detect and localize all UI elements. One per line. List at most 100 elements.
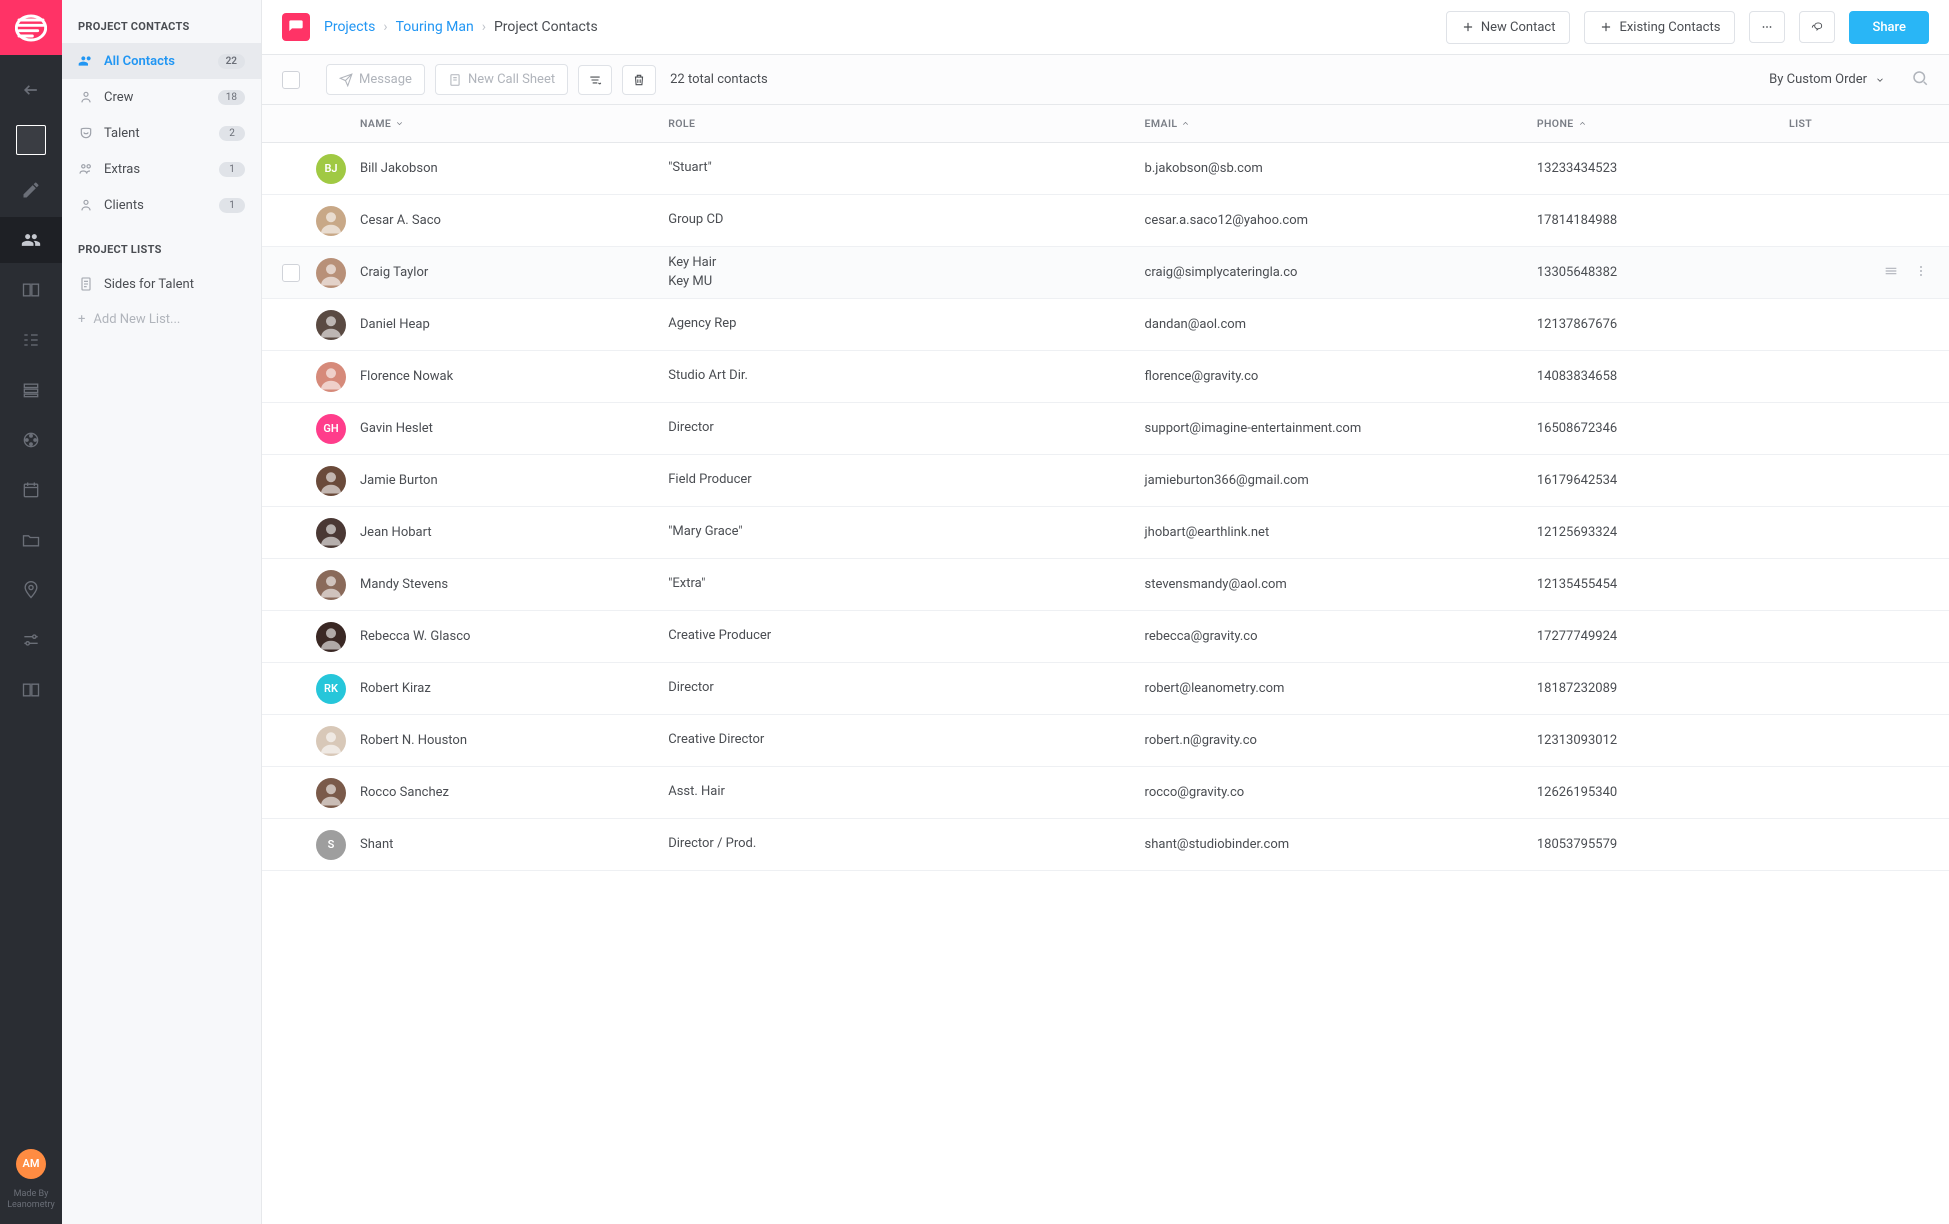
contact-role: "Extra": [668, 575, 1144, 593]
rail-locations[interactable]: [0, 567, 62, 613]
rail-rows[interactable]: [0, 367, 62, 413]
table-row[interactable]: BJBill Jakobson"Stuart"b.jakobson@sb.com…: [262, 143, 1949, 195]
user-avatar[interactable]: AM: [16, 1149, 46, 1179]
contact-phone: 16179642534: [1537, 473, 1789, 488]
breadcrumb-projects[interactable]: Projects: [324, 19, 375, 35]
contact-email: rocco@gravity.co: [1145, 785, 1537, 800]
contact-email: stevensmandy@aol.com: [1145, 577, 1537, 592]
table-row[interactable]: Craig TaylorKey HairKey MUcraig@simplyca…: [262, 247, 1949, 299]
more-button[interactable]: [1749, 11, 1785, 43]
toolbar: Message New Call Sheet 22 total contacts…: [262, 55, 1949, 105]
contact-role: Creative Director: [668, 731, 1144, 749]
column-email[interactable]: EMAIL: [1145, 117, 1537, 130]
contact-name: Shant: [360, 837, 668, 852]
contact-name: Gavin Heslet: [360, 421, 668, 436]
table-row[interactable]: Rebecca W. GlascoCreative Producerrebecc…: [262, 611, 1949, 663]
avatar: [316, 362, 346, 392]
contact-email: support@imagine-entertainment.com: [1145, 421, 1537, 436]
table-row[interactable]: Cesar A. SacoGroup CDcesar.a.saco12@yaho…: [262, 195, 1949, 247]
rail-storyboard[interactable]: [0, 267, 62, 313]
contact-role: Group CD: [668, 211, 1144, 229]
table-row[interactable]: Robert N. HoustonCreative Directorrobert…: [262, 715, 1949, 767]
table-row[interactable]: Jamie BurtonField Producerjamieburton366…: [262, 455, 1949, 507]
chat-button[interactable]: [1799, 11, 1835, 43]
search-icon[interactable]: [1911, 69, 1929, 91]
existing-contacts-button[interactable]: Existing Contacts: [1584, 11, 1735, 44]
sidebar-item-label: All Contacts: [104, 54, 208, 69]
sidebar-item-talent[interactable]: Talent 2: [62, 115, 261, 151]
contact-role: Asst. Hair: [668, 783, 1144, 801]
avatar: [316, 518, 346, 548]
contact-name: Mandy Stevens: [360, 577, 668, 592]
select-all-checkbox[interactable]: [282, 71, 300, 89]
rail-breakdown[interactable]: [0, 317, 62, 363]
sidebar-item-crew[interactable]: Crew18: [62, 79, 261, 115]
rail-settings[interactable]: [0, 617, 62, 663]
table-row[interactable]: Rocco SanchezAsst. Hairrocco@gravity.co1…: [262, 767, 1949, 819]
breadcrumb-project[interactable]: Touring Man: [396, 19, 474, 35]
delete-button[interactable]: [622, 65, 656, 95]
sidebar-item-label: Talent: [104, 126, 209, 141]
sidebar-list-item[interactable]: Sides for Talent: [62, 266, 261, 302]
avatar: RK: [316, 674, 346, 704]
contact-phone: 13233434523: [1537, 161, 1789, 176]
sidebar-item-clients[interactable]: Clients1: [62, 187, 261, 223]
sidebar-item-count: 2: [219, 126, 245, 141]
column-name[interactable]: NAME: [360, 117, 668, 130]
breadcrumb-icon[interactable]: [282, 13, 310, 41]
sidebar-item-count: 22: [218, 54, 245, 69]
new-call-sheet-button[interactable]: New Call Sheet: [435, 64, 568, 95]
contact-email: jhobart@earthlink.net: [1145, 525, 1537, 540]
table-row[interactable]: Florence NowakStudio Art Dir.florence@gr…: [262, 351, 1949, 403]
rail-back[interactable]: [0, 67, 62, 113]
contact-phone: 17814184988: [1537, 213, 1789, 228]
contact-count: 22 total contacts: [670, 72, 768, 87]
rail-reel[interactable]: [0, 417, 62, 463]
table-row[interactable]: Daniel HeapAgency Repdandan@aol.com12137…: [262, 299, 1949, 351]
contact-email: florence@gravity.co: [1145, 369, 1537, 384]
contact-phone: 12626195340: [1537, 785, 1789, 800]
contact-phone: 12313093012: [1537, 733, 1789, 748]
column-role[interactable]: ROLE: [668, 117, 1144, 130]
avatar: S: [316, 830, 346, 860]
table-row[interactable]: RKRobert KirazDirectorrobert@leanometry.…: [262, 663, 1949, 715]
row-sort-icon[interactable]: [1883, 263, 1899, 283]
sidebar-item-extras[interactable]: Extras1: [62, 151, 261, 187]
contact-role: "Mary Grace": [668, 523, 1144, 541]
contact-role: Key HairKey MU: [668, 254, 1144, 290]
new-contact-button[interactable]: New Contact: [1446, 11, 1571, 44]
rail-contacts[interactable]: [0, 217, 62, 263]
rail-book[interactable]: [0, 667, 62, 713]
breadcrumb: Projects › Touring Man › Project Contact…: [324, 19, 598, 35]
contact-name: Jean Hobart: [360, 525, 668, 540]
sidebar-item-all-contacts[interactable]: All Contacts 22: [62, 43, 261, 79]
row-more-icon[interactable]: [1913, 263, 1929, 283]
contact-role: Director: [668, 679, 1144, 697]
sort-button[interactable]: [578, 65, 612, 95]
rail-edit[interactable]: [0, 167, 62, 213]
rail-calendar[interactable]: [0, 467, 62, 513]
table-row[interactable]: Mandy Stevens"Extra"stevensmandy@aol.com…: [262, 559, 1949, 611]
column-phone[interactable]: PHONE: [1537, 117, 1789, 130]
table-row[interactable]: Jean Hobart"Mary Grace"jhobart@earthlink…: [262, 507, 1949, 559]
avatar: [316, 778, 346, 808]
table-row[interactable]: GHGavin HesletDirectorsupport@imagine-en…: [262, 403, 1949, 455]
app-logo[interactable]: [0, 0, 62, 55]
contact-name: Robert N. Houston: [360, 733, 668, 748]
avatar: [316, 206, 346, 236]
contact-name: Daniel Heap: [360, 317, 668, 332]
rail-project-thumb[interactable]: [0, 117, 62, 163]
contact-phone: 12135455454: [1537, 577, 1789, 592]
contact-email: rebecca@gravity.co: [1145, 629, 1537, 644]
contact-role: Agency Rep: [668, 315, 1144, 333]
row-checkbox[interactable]: [282, 264, 300, 282]
sort-dropdown[interactable]: By Custom Order: [1769, 72, 1885, 87]
add-list-button[interactable]: + Add New List...: [62, 302, 261, 337]
rail-files[interactable]: [0, 517, 62, 563]
message-button[interactable]: Message: [326, 64, 425, 95]
contact-role: Studio Art Dir.: [668, 367, 1144, 385]
contact-email: b.jakobson@sb.com: [1145, 161, 1537, 176]
share-button[interactable]: Share: [1849, 11, 1929, 44]
table-row[interactable]: SShantDirector / Prod.shant@studiobinder…: [262, 819, 1949, 871]
column-list[interactable]: LIST: [1789, 117, 1859, 130]
